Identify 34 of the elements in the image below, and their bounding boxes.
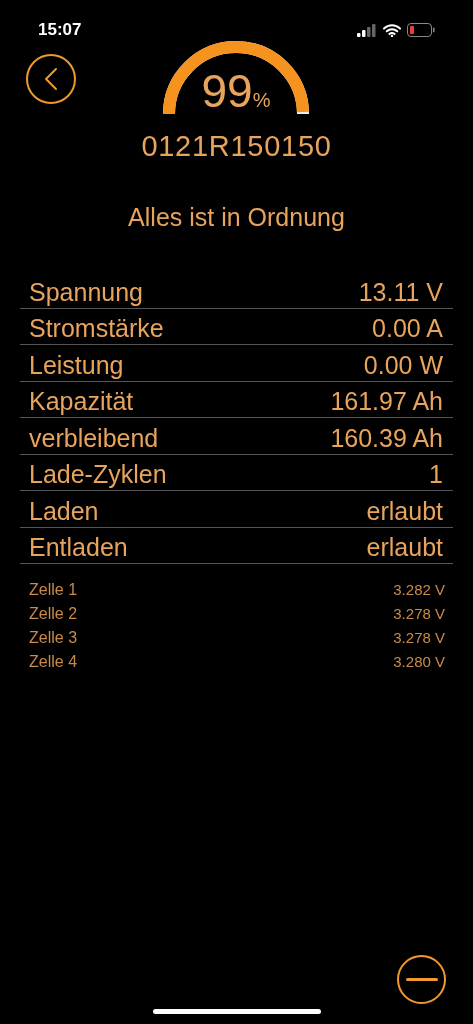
status-time: 15:07	[38, 19, 82, 42]
reading-value: 0.00 A	[372, 313, 443, 344]
reading-value: erlaubt	[366, 495, 443, 527]
reading-value: 160.39 Ah	[330, 422, 443, 454]
signal-icon	[357, 23, 377, 37]
reading-label: Entladen	[29, 532, 128, 563]
minus-icon	[405, 978, 438, 981]
reading-label: Laden	[29, 495, 99, 527]
cell-voltage: 3.278 V	[393, 627, 445, 648]
reading-value: erlaubt	[366, 532, 443, 563]
reading-label: verbleibend	[29, 422, 159, 454]
cell-voltage: 3.278 V	[393, 603, 445, 624]
cell-label: Zelle 1	[29, 580, 78, 600]
serial-number: 0121R150150	[141, 129, 332, 164]
reading-value: 0.00 W	[363, 349, 443, 381]
reading-label: Kapazität	[29, 386, 134, 417]
cell-voltage: 3.282 V	[393, 579, 445, 600]
reading-label: Spannung	[29, 276, 143, 308]
minus-button[interactable]	[397, 955, 446, 1004]
reading-value: 1	[429, 459, 443, 490]
reading-value: 13.11 V	[358, 276, 443, 308]
reading-label: Leistung	[29, 349, 124, 381]
chevron-left-icon	[44, 67, 58, 91]
cell-label: Zelle 4	[29, 652, 78, 672]
wifi-icon	[383, 23, 401, 37]
status-message: Alles ist in Ordnung	[128, 202, 345, 233]
reading-value: 161.97 Ah	[330, 386, 443, 417]
cell-label: Zelle 3	[29, 628, 78, 648]
reading-label: Stromstärke	[29, 313, 164, 344]
reading-label: Lade-Zyklen	[29, 459, 167, 490]
cell-label: Zelle 2	[29, 604, 78, 624]
battery-icon	[407, 23, 435, 37]
cell-voltage: 3.280 V	[393, 651, 445, 672]
back-button[interactable]	[26, 54, 76, 104]
